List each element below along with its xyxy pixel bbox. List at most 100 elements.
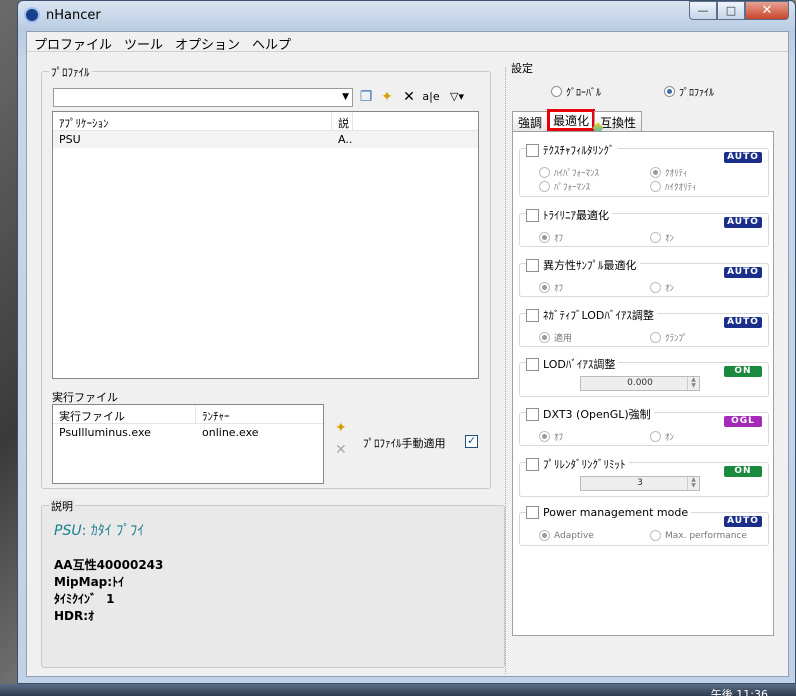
negative-lod-checkbox[interactable] (526, 308, 539, 322)
delete-icon[interactable]: ✕ (400, 89, 418, 105)
description-app: PSU (54, 523, 82, 539)
column-launcher[interactable]: ﾗﾝﾁｬｰ (196, 405, 323, 423)
anisotropic-label: 異方性ｻﾝﾌﾟﾙ最適化 (543, 259, 637, 272)
description-panel: 説明 PSU: ｶﾀｲ ﾌﾟﾌｲ AA互性40000243 MipMap:ﾄｲ … (41, 498, 505, 668)
auto-badge: AUTO (724, 152, 762, 163)
auto-badge: AUTO (724, 217, 762, 228)
client-area: プロファイル ツール オプション ヘルプ ﾌﾟﾛﾌｧｲﾙ ▼ ❐ ✦ ✕ a|e… (26, 31, 789, 677)
lod-bias-checkbox[interactable] (526, 357, 539, 371)
scope-profile[interactable]: ﾌﾟﾛﾌｧｲﾙ (664, 84, 714, 99)
option-on[interactable]: ｵﾝ (650, 430, 674, 443)
auto-badge: AUTO (724, 267, 762, 278)
new-icon[interactable]: ✦ (378, 89, 396, 105)
settings-label: 設定 (511, 62, 533, 75)
option-max-performance[interactable]: Max. performance (650, 530, 747, 541)
auto-badge: AUTO (724, 317, 762, 328)
dxt3-checkbox[interactable] (526, 407, 539, 421)
list-item-desc: A.. (338, 133, 353, 146)
lod-bias-label: LODﾊﾞｲｱｽ調整 (543, 358, 616, 371)
lod-bias-group: LODﾊﾞｲｱｽ調整 ON 0.000 ▲ ▼ (519, 356, 769, 397)
option-performance[interactable]: ﾊﾟﾌｫｰﾏﾝｽ (539, 180, 590, 193)
profile-combo[interactable]: ▼ (53, 88, 353, 107)
copy-icon[interactable]: ❐ (357, 89, 375, 105)
application-list[interactable]: ｱﾌﾟﾘｹｰｼｮﾝ 説 PSU A.. (52, 111, 479, 379)
dxt3-label: DXT3 (OpenGL)強制 (543, 408, 651, 421)
scope-profile-radio[interactable] (664, 86, 675, 97)
splitter[interactable] (505, 67, 506, 674)
menu-help[interactable]: ヘルプ (247, 32, 298, 53)
list-item-app: PSU (59, 133, 81, 146)
texture-filtering-group: ﾃｸｽﾁｬﾌｨﾙﾀﾘﾝｸﾞ AUTO ﾊｲﾊﾟﾌｫｰﾏﾝｽ ｸｵﾘﾃｨ ﾊﾟﾌｫ… (519, 142, 769, 197)
lod-bias-value: 0.000 (627, 378, 653, 388)
column-description[interactable]: 説 (332, 112, 353, 130)
scope-global-label: ｸﾞﾛｰﾊﾞﾙ (566, 88, 601, 99)
maximize-button[interactable]: □ (717, 1, 745, 20)
description-title: PSU: ｶﾀｲ ﾌﾟﾌｲ (54, 520, 144, 540)
scope-profile-label: ﾌﾟﾛﾌｧｲﾙ (679, 88, 714, 99)
option-clamp[interactable]: ｸﾗﾝﾌﾟ (650, 331, 688, 344)
prerender-limit-group: ﾌﾟﾘﾚﾝﾀﾞﾘﾝｸﾞﾘﾐｯﾄ ON 3 ▲ ▼ (519, 456, 769, 497)
option-on[interactable]: ｵﾝ (650, 231, 674, 244)
dxt3-group: DXT3 (OpenGL)強制 OGL ｵﾌ ｵﾝ (519, 406, 769, 446)
option-adaptive[interactable]: Adaptive (539, 530, 594, 541)
option-high-performance[interactable]: ﾊｲﾊﾟﾌｫｰﾏﾝｽ (539, 166, 599, 179)
manual-apply-checkbox[interactable] (465, 434, 478, 448)
option-off[interactable]: ｵﾌ (539, 281, 563, 294)
option-off[interactable]: ｵﾌ (539, 231, 563, 244)
tab-enhance[interactable]: 強調 (512, 111, 549, 131)
settings-tabs: 強調 最適化 互換性 (512, 109, 643, 131)
power-management-label: Power management mode (543, 506, 689, 519)
texture-filtering-checkbox[interactable] (526, 143, 539, 157)
power-management-checkbox[interactable] (526, 506, 539, 519)
minimize-button[interactable]: — (689, 1, 717, 20)
add-exe-icon[interactable]: ✦ (335, 420, 347, 436)
prerender-label: ﾌﾟﾘﾚﾝﾀﾞﾘﾝｸﾞﾘﾐｯﾄ (543, 458, 626, 471)
on-badge: ON (724, 466, 762, 477)
table-row[interactable]: PsuIlluminus.exe online.exe (53, 424, 323, 441)
trilinear-checkbox[interactable] (526, 208, 539, 222)
launcher-name: online.exe (202, 426, 259, 439)
column-exe[interactable]: 実行ファイル (53, 405, 196, 423)
list-item[interactable]: PSU A.. (53, 131, 478, 148)
menu-options[interactable]: オプション (170, 32, 247, 53)
taskbar (0, 684, 796, 696)
prerender-value: 3 (637, 478, 643, 488)
anisotropic-optimization-group: 異方性ｻﾝﾌﾟﾙ最適化 AUTO ｵﾌ ｵﾝ (519, 257, 769, 297)
exe-name: PsuIlluminus.exe (59, 426, 151, 439)
description-line: ﾀｲﾐｸｲﾝ゛ 1 (54, 592, 115, 606)
spinner-arrows[interactable]: ▲ ▼ (687, 477, 699, 490)
lod-bias-spinner[interactable]: 0.000 ▲ ▼ (580, 376, 700, 391)
tab-optimize[interactable]: 最適化 (547, 109, 596, 131)
description-line: AA互性40000243 (54, 558, 164, 572)
option-high-quality[interactable]: ﾊｲｸｵﾘﾃｨ (650, 180, 697, 193)
remove-exe-icon[interactable]: ✕ (335, 442, 347, 458)
option-quality[interactable]: ｸｵﾘﾃｨ (650, 166, 688, 179)
chevron-down-icon[interactable]: ▼ (342, 92, 349, 102)
anisotropic-checkbox[interactable] (526, 258, 539, 272)
trilinear-optimization-group: ﾄﾗｲﾘﾆｱ最適化 AUTO ｵﾌ ｵﾝ (519, 207, 769, 247)
texture-filtering-label: ﾃｸｽﾁｬﾌｨﾙﾀﾘﾝｸﾞ (543, 144, 615, 157)
prerender-checkbox[interactable] (526, 457, 539, 471)
spinner-arrows[interactable]: ▲ ▼ (687, 377, 699, 390)
taskbar-clock[interactable]: 午後 11:36 (711, 686, 768, 696)
menu-profile[interactable]: プロファイル (29, 32, 119, 53)
option-on[interactable]: ｵﾝ (650, 281, 674, 294)
trilinear-label: ﾄﾗｲﾘﾆｱ最適化 (543, 209, 609, 222)
column-application[interactable]: ｱﾌﾟﾘｹｰｼｮﾝ (53, 112, 332, 130)
close-button[interactable]: ✕ (745, 1, 789, 20)
executable-list[interactable]: 実行ファイル ﾗﾝﾁｬｰ PsuIlluminus.exe online.exe (52, 404, 324, 484)
auto-badge: AUTO (724, 516, 762, 527)
ogl-badge: OGL (724, 416, 762, 427)
menu-tools[interactable]: ツール (119, 32, 170, 53)
option-off[interactable]: ｵﾌ (539, 430, 563, 443)
scope-global-radio[interactable] (551, 86, 562, 97)
description-line: HDR:ｵ (54, 609, 95, 623)
scope-global[interactable]: ｸﾞﾛｰﾊﾞﾙ (551, 84, 601, 99)
title-bar[interactable]: nHancer — □ ✕ (18, 1, 795, 31)
filter-icon[interactable]: ▽▾ (445, 89, 469, 105)
option-apply[interactable]: 適用 (539, 331, 572, 344)
optimize-panel: ﾃｸｽﾁｬﾌｨﾙﾀﾘﾝｸﾞ AUTO ﾊｲﾊﾟﾌｫｰﾏﾝｽ ｸｵﾘﾃｨ ﾊﾟﾌｫ… (512, 131, 774, 636)
prerender-spinner[interactable]: 3 ▲ ▼ (580, 476, 700, 491)
rename-icon[interactable]: a|e (422, 89, 440, 105)
profile-group-label: ﾌﾟﾛﾌｧｲﾙ (49, 64, 92, 80)
